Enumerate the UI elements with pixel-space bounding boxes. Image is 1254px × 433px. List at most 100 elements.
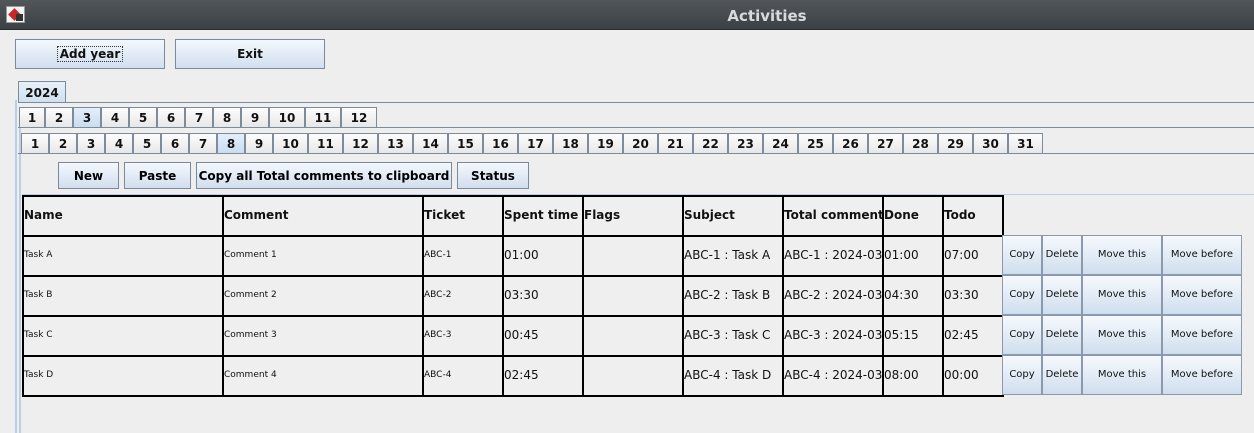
- table-cell: [582, 275, 684, 317]
- table-cell: ABC-4 : 2024-03-0: [782, 355, 884, 397]
- copy-row-button[interactable]: Copy: [1002, 275, 1042, 315]
- table-cell: ABC-1 : 2024-03-0: [782, 235, 884, 277]
- table-cell: Comment 3: [222, 315, 424, 357]
- column-header: Subject: [682, 195, 784, 237]
- tab-day-7[interactable]: 7: [189, 133, 217, 154]
- tab-day-22[interactable]: 22: [693, 133, 728, 154]
- paste-button[interactable]: Paste: [124, 162, 191, 189]
- tab-day-3[interactable]: 3: [77, 133, 105, 154]
- tab-month-9[interactable]: 9: [241, 107, 269, 128]
- move-this-button[interactable]: Move this: [1082, 355, 1162, 395]
- column-header: Todo: [942, 195, 1004, 237]
- table-cell: ABC-1: [422, 235, 504, 277]
- tab-day-4[interactable]: 4: [105, 133, 133, 154]
- table-cell: [582, 355, 684, 397]
- tab-month-12[interactable]: 12: [341, 107, 377, 128]
- tab-day-12[interactable]: 12: [343, 133, 378, 154]
- move-this-button[interactable]: Move this: [1082, 235, 1162, 275]
- tab-day-6[interactable]: 6: [161, 133, 189, 154]
- table-cell: ABC-4: [422, 355, 504, 397]
- table-cell: ABC-4 : Task D: [682, 355, 784, 397]
- tab-month-10[interactable]: 10: [269, 107, 305, 128]
- tab-day-30[interactable]: 30: [973, 133, 1008, 154]
- column-header: Total comment: [782, 195, 884, 237]
- tab-day-28[interactable]: 28: [903, 133, 938, 154]
- tab-month-2[interactable]: 2: [45, 107, 73, 128]
- add-year-label: Add year: [56, 46, 124, 62]
- tab-day-1[interactable]: 1: [21, 133, 49, 154]
- tab-month-5[interactable]: 5: [129, 107, 157, 128]
- tab-day-8[interactable]: 8: [217, 133, 245, 154]
- column-header: Spent time: [502, 195, 584, 237]
- table-cell: Task A: [22, 235, 224, 277]
- tab-day-15[interactable]: 15: [448, 133, 483, 154]
- day-tab-line: [18, 153, 1254, 154]
- tab-day-11[interactable]: 11: [308, 133, 343, 154]
- tab-month-11[interactable]: 11: [305, 107, 341, 128]
- table-cell: ABC-2 : 2024-03-0: [782, 275, 884, 317]
- tab-day-9[interactable]: 9: [245, 133, 273, 154]
- table-cell: 00:45: [502, 315, 584, 357]
- table-cell: 08:00: [882, 355, 944, 397]
- table-cell: Task B: [22, 275, 224, 317]
- delete-row-button[interactable]: Delete: [1042, 315, 1082, 355]
- move-before-button[interactable]: Move before: [1162, 235, 1242, 275]
- copy-row-button[interactable]: Copy: [1002, 355, 1042, 395]
- table-cell: Comment 4: [222, 355, 424, 397]
- tab-day-20[interactable]: 20: [623, 133, 658, 154]
- table-cell: ABC-2 : Task B: [682, 275, 784, 317]
- move-before-button[interactable]: Move before: [1162, 315, 1242, 355]
- tab-month-7[interactable]: 7: [185, 107, 213, 128]
- tab-day-10[interactable]: 10: [273, 133, 308, 154]
- tab-month-3[interactable]: 3: [73, 107, 101, 128]
- table-cell: 01:00: [502, 235, 584, 277]
- status-button[interactable]: Status: [457, 162, 529, 189]
- column-header: Name: [22, 195, 224, 237]
- tab-day-25[interactable]: 25: [798, 133, 833, 154]
- column-header: Ticket: [422, 195, 504, 237]
- tab-month-1[interactable]: 1: [19, 107, 45, 128]
- copy-all-comments-button[interactable]: Copy all Total comments to clipboard: [196, 162, 452, 189]
- tab-day-24[interactable]: 24: [763, 133, 798, 154]
- tab-day-21[interactable]: 21: [658, 133, 693, 154]
- table-cell: Comment 2: [222, 275, 424, 317]
- move-before-button[interactable]: Move before: [1162, 275, 1242, 315]
- tab-day-19[interactable]: 19: [588, 133, 623, 154]
- tab-day-16[interactable]: 16: [483, 133, 518, 154]
- copy-row-button[interactable]: Copy: [1002, 235, 1042, 275]
- tab-day-17[interactable]: 17: [518, 133, 553, 154]
- tab-day-14[interactable]: 14: [413, 133, 448, 154]
- tab-month-4[interactable]: 4: [101, 107, 129, 128]
- delete-row-button[interactable]: Delete: [1042, 355, 1082, 395]
- move-this-button[interactable]: Move this: [1082, 315, 1162, 355]
- tab-month-6[interactable]: 6: [157, 107, 185, 128]
- add-year-button[interactable]: Add year: [15, 39, 165, 69]
- move-this-button[interactable]: Move this: [1082, 275, 1162, 315]
- table-cell: ABC-2: [422, 275, 504, 317]
- tab-day-2[interactable]: 2: [49, 133, 77, 154]
- tab-day-13[interactable]: 13: [378, 133, 413, 154]
- column-header: Comment: [222, 195, 424, 237]
- tab-month-8[interactable]: 8: [213, 107, 241, 128]
- table-cell: 05:15: [882, 315, 944, 357]
- tab-year-2024[interactable]: 2024: [18, 81, 66, 103]
- tab-day-27[interactable]: 27: [868, 133, 903, 154]
- table-cell: ABC-3: [422, 315, 504, 357]
- tab-day-29[interactable]: 29: [938, 133, 973, 154]
- column-header: Flags: [582, 195, 684, 237]
- table-cell: 02:45: [942, 315, 1004, 357]
- table-cell: Task C: [22, 315, 224, 357]
- tab-day-23[interactable]: 23: [728, 133, 763, 154]
- tab-day-18[interactable]: 18: [553, 133, 588, 154]
- tab-day-31[interactable]: 31: [1008, 133, 1043, 154]
- tab-day-26[interactable]: 26: [833, 133, 868, 154]
- table-cell: 03:30: [942, 275, 1004, 317]
- delete-row-button[interactable]: Delete: [1042, 275, 1082, 315]
- new-button[interactable]: New: [58, 162, 119, 189]
- delete-row-button[interactable]: Delete: [1042, 235, 1082, 275]
- table-cell: Task D: [22, 355, 224, 397]
- exit-button[interactable]: Exit: [175, 39, 325, 69]
- copy-row-button[interactable]: Copy: [1002, 315, 1042, 355]
- move-before-button[interactable]: Move before: [1162, 355, 1242, 395]
- tab-day-5[interactable]: 5: [133, 133, 161, 154]
